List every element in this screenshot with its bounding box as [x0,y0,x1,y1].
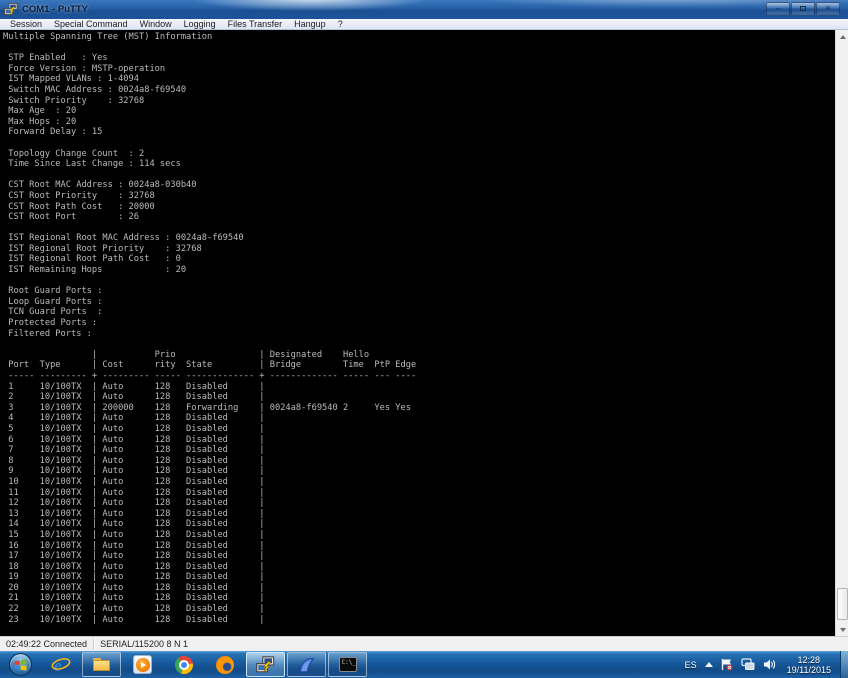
flag-icon [721,659,733,671]
network-icon [741,658,755,670]
taskbar-item-wireshark[interactable] [287,652,326,677]
media-player-icon [133,655,152,674]
scroll-down-button[interactable] [836,623,848,636]
arrow-down-icon [839,627,846,632]
network-status-button[interactable] [737,651,759,678]
speaker-icon [763,659,775,670]
taskbar-item-windows-explorer[interactable] [82,652,121,677]
menubar: Session Special Command Window Logging F… [0,19,848,30]
scroll-up-button[interactable] [836,30,848,43]
taskbar-item-media-player[interactable] [123,652,162,677]
desktop: COM1 - PuTTY – × Session Special Command… [0,0,848,678]
close-button[interactable]: × [816,2,840,15]
putty-icon [256,655,275,673]
taskbar-item-internet-explorer[interactable]: e [41,652,80,677]
start-button[interactable] [3,652,37,677]
terminal-output: Multiple Spanning Tree (MST) Information… [3,32,417,625]
folder-icon [93,658,110,671]
clock-time: 12:28 [797,654,821,665]
status-serial-params: SERIAL/115200 8 N 1 [100,639,188,649]
taskbar-item-command-prompt[interactable]: C:\_ [328,652,367,677]
taskbar: e C:\_ ES 12:28 19/11/2015 [0,651,848,678]
maximize-button[interactable] [791,2,815,15]
menu-item-session[interactable]: Session [4,19,48,30]
scroll-thumb[interactable] [837,588,848,620]
volume-button[interactable] [759,651,780,678]
minimize-button[interactable]: – [766,2,790,15]
menu-item-help[interactable]: ? [332,19,349,30]
restore-icon [800,6,806,11]
menu-item-special-command[interactable]: Special Command [48,19,134,30]
internet-explorer-icon: e [51,656,70,675]
menu-item-hangup[interactable]: Hangup [288,19,332,30]
chevron-up-icon [704,662,713,667]
terminal[interactable]: Multiple Spanning Tree (MST) Information… [0,30,848,636]
taskbar-item-putty[interactable] [246,652,285,677]
putty-app-icon [4,3,18,16]
window-title: COM1 - PuTTY [22,4,88,15]
chrome-icon [174,655,193,674]
language-indicator[interactable]: ES [681,651,701,678]
wireshark-icon [299,658,315,673]
menu-item-window[interactable]: Window [134,19,178,30]
clock-date: 19/11/2015 [786,664,831,675]
hidden-icons-button[interactable] [701,651,717,678]
windows-flag-icon [14,658,26,671]
action-center-button[interactable] [717,651,737,678]
status-connected: 02:49:22 Connected [6,639,88,649]
menu-item-logging[interactable]: Logging [178,19,222,30]
scrollbar[interactable] [835,30,848,636]
show-desktop-button[interactable] [840,651,848,678]
taskbar-item-firefox[interactable] [205,652,244,677]
taskbar-item-chrome[interactable] [164,652,203,677]
system-tray: ES 12:28 19/11/2015 [681,651,848,678]
firefox-icon [215,655,234,674]
statusbar: 02:49:22 Connected SERIAL/115200 8 N 1 [0,636,848,651]
titlebar[interactable]: COM1 - PuTTY – × [0,0,848,19]
putty-window: COM1 - PuTTY – × Session Special Command… [0,0,848,651]
arrow-up-icon [839,34,846,39]
menu-item-files-transfer[interactable]: Files Transfer [222,19,289,30]
clock[interactable]: 12:28 19/11/2015 [780,655,838,675]
terminal-icon: C:\_ [338,657,357,672]
